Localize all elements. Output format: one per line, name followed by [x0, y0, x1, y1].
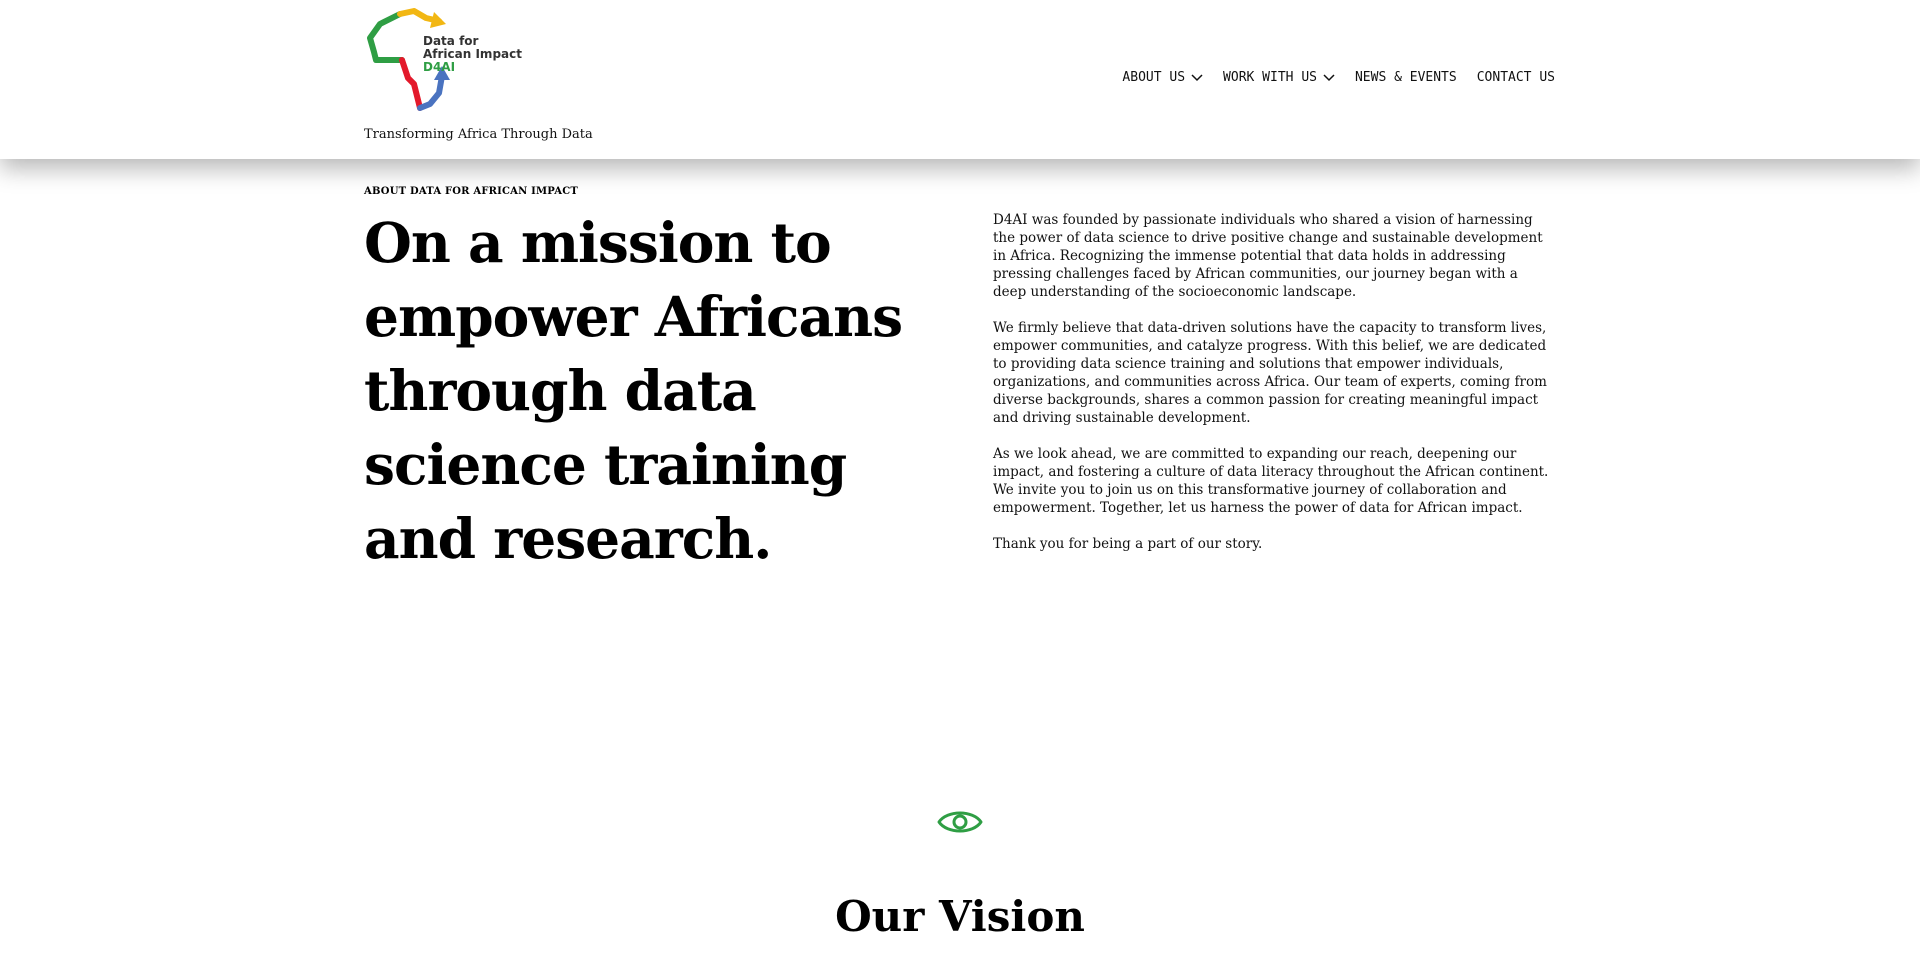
nav-item-work-with-us[interactable]: WORK WITH US: [1223, 70, 1335, 85]
logo-wordmark: Data for African Impact D4AI: [423, 35, 522, 74]
story-paragraph-thanks: Thank you for being a part of our story.: [993, 536, 1263, 552]
story-paragraph-founding: D4AI was founded by passionate individua…: [993, 212, 1543, 300]
nav-item-contact-us[interactable]: CONTACT US: [1477, 70, 1555, 85]
nav-about-us-label: ABOUT US: [1122, 70, 1186, 85]
logo-tagline: Transforming Africa Through Data: [364, 127, 593, 142]
eye-icon: [937, 811, 983, 833]
about-section: ABOUT DATA FOR AFRICAN IMPACT On a missi…: [364, 186, 1556, 571]
nav-item-news-events[interactable]: NEWS & EVENTS: [1355, 70, 1457, 85]
site-header: Data for African Impact D4AI Transformin…: [0, 0, 1920, 159]
mission-headline: On a mission to empower Africans through…: [364, 210, 903, 571]
about-eyebrow: ABOUT DATA FOR AFRICAN IMPACT: [364, 186, 579, 197]
nav-work-with-us-label: WORK WITH US: [1223, 70, 1317, 85]
about-story: D4AI was founded by passionate individua…: [993, 211, 1553, 571]
nav-item-about-us[interactable]: ABOUT US: [1122, 70, 1203, 85]
vision-section: Our Vision: [0, 806, 1920, 942]
story-paragraph-future: As we look ahead, we are committed to ex…: [993, 446, 1549, 516]
main-navigation: ABOUT US WORK WITH US NEWS & EVENTS CONT…: [1122, 70, 1555, 85]
logo-abbreviation: D4AI: [423, 60, 456, 74]
vision-title: Our Vision: [835, 892, 1085, 941]
story-paragraph-belief: We firmly believe that data-driven solut…: [993, 320, 1547, 426]
nav-contact-us-label: CONTACT US: [1476, 70, 1555, 85]
nav-news-events-label: NEWS & EVENTS: [1354, 70, 1457, 85]
chevron-down-icon: [1191, 73, 1203, 81]
chevron-down-icon: [1323, 73, 1335, 81]
home-logo-link[interactable]: Data for African Impact D4AI Transformin…: [364, 8, 593, 148]
